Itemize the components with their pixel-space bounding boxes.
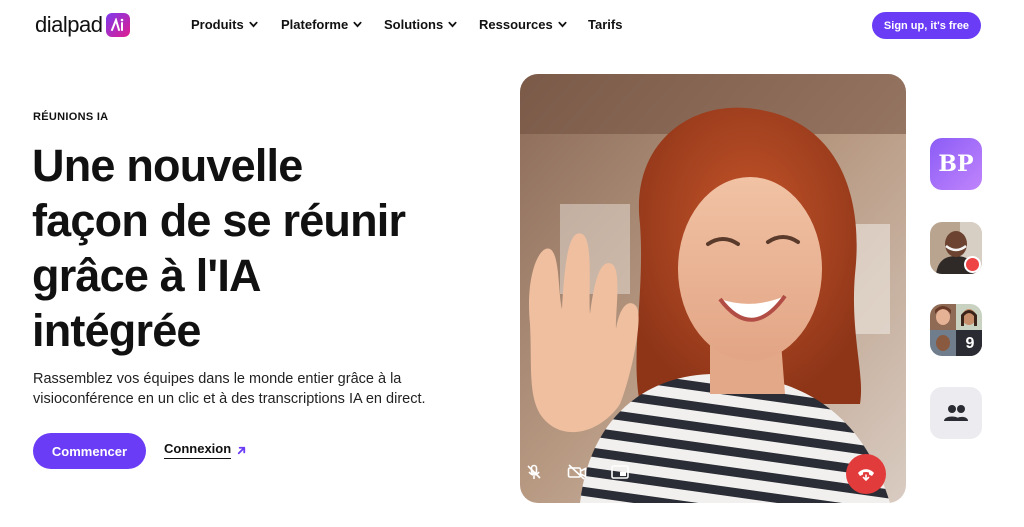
menu-item-label: Produits: [191, 17, 244, 32]
section-eyebrow: RÉUNIONS IA: [33, 111, 109, 123]
menu-item-label: Plateforme: [281, 17, 349, 32]
video-feed-image: [520, 74, 906, 503]
video-call-preview: [520, 74, 906, 503]
hang-up-icon: [858, 469, 874, 481]
video-off-icon[interactable]: [567, 464, 587, 480]
login-link[interactable]: Connexion: [164, 441, 247, 459]
hang-up-button[interactable]: [846, 454, 886, 494]
dialpad-ai-icon: [106, 13, 131, 37]
arrow-up-right-icon: [238, 446, 246, 454]
chevron-down-icon: [249, 21, 258, 28]
headline-line: intégrée: [32, 305, 201, 356]
logo-wordmark: dialpad: [35, 12, 103, 37]
recording-indicator: [964, 256, 981, 273]
participants-button[interactable]: [930, 387, 982, 439]
menu-item-ressources[interactable]: Ressources: [479, 17, 588, 32]
menu-item-label: Solutions: [384, 17, 444, 32]
chevron-down-icon: [353, 21, 362, 28]
hero-headline: Une nouvelle façon de se réunir grâce à …: [32, 138, 472, 358]
menu-item-label: Ressources: [479, 17, 553, 32]
headline-line: grâce à l'IA: [32, 250, 262, 301]
signup-button[interactable]: Sign up, it's free: [872, 12, 981, 39]
login-label: Connexion: [164, 441, 232, 459]
top-navigation: dialpad Produits Plateforme Solutions Re…: [0, 0, 1024, 50]
menu-item-plateforme[interactable]: Plateforme: [281, 17, 384, 32]
people-icon: [944, 405, 968, 421]
menu-item-label: Tarifs: [588, 17, 623, 32]
menu-item-tarifs[interactable]: Tarifs: [588, 17, 622, 32]
start-button[interactable]: Commencer: [33, 433, 146, 469]
picture-in-picture-icon[interactable]: [611, 464, 629, 480]
menu-item-produits[interactable]: Produits: [191, 17, 281, 32]
chevron-down-icon: [558, 21, 567, 28]
headline-line: Une nouvelle: [32, 140, 303, 191]
participant-initials-avatar[interactable]: BP: [930, 138, 982, 190]
main-menu: Produits Plateforme Solutions Ressources…: [191, 17, 622, 32]
participant-initials: BP: [938, 151, 974, 177]
headline-line: façon de se réunir: [32, 195, 406, 246]
menu-item-solutions[interactable]: Solutions: [384, 17, 479, 32]
hero-description: Rassemblez vos équipes dans le monde ent…: [33, 371, 426, 407]
chevron-down-icon: [448, 21, 457, 28]
mic-off-icon[interactable]: [526, 464, 542, 480]
dialpad-logo[interactable]: dialpad: [35, 12, 131, 38]
more-participants-count: 9: [958, 331, 982, 356]
